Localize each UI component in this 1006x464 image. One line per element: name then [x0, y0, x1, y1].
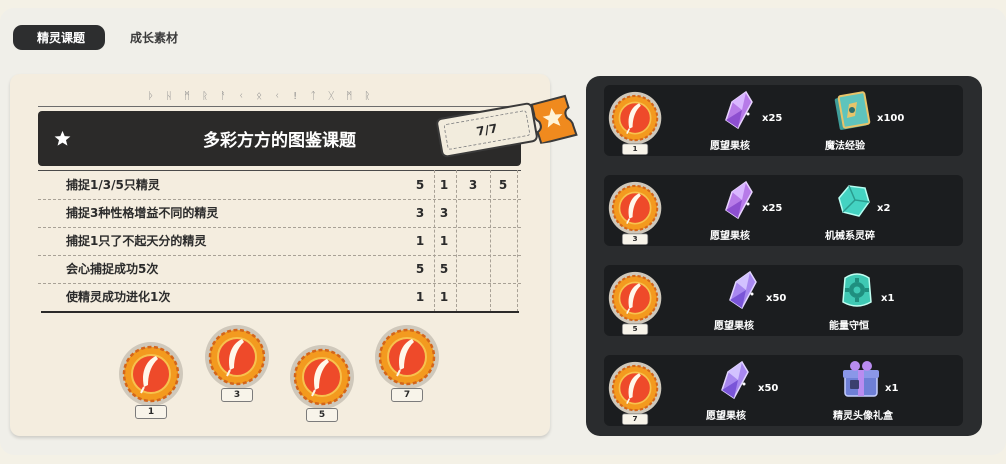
star-badge-icon — [530, 94, 578, 145]
task-progress: 1 — [439, 178, 449, 192]
milestone-label: 5 — [621, 323, 649, 335]
reward-row: 1 x25 愿望果核 x100 魔法经验 — [604, 85, 963, 156]
task-progress: 1 — [439, 234, 449, 248]
reward-name: 愿望果核 — [714, 321, 754, 332]
task-label: 捕捉1/3/5只精灵 — [66, 178, 160, 192]
milestone-label: 7 — [621, 413, 649, 425]
task-progress: 5 — [498, 178, 508, 192]
milestone-medal[interactable]: 7 — [374, 324, 440, 404]
task-row: 会心捕捉成功5次 5 5 — [38, 255, 521, 283]
reward-count: x25 — [762, 113, 783, 124]
task-label: 使精灵成功进化1次 — [66, 290, 171, 304]
milestone-label: 1 — [135, 405, 167, 419]
page-title: 多彩方方的图鉴课题 — [203, 131, 356, 151]
milestone-medal[interactable]: 3 — [608, 181, 662, 247]
reward-count: x100 — [877, 113, 905, 124]
task-progress: 5 — [439, 262, 449, 276]
tab-label: 精灵课题 — [36, 31, 85, 45]
reward-item[interactable]: x100 魔法经验 — [825, 85, 951, 156]
milestone-label: 3 — [221, 388, 253, 402]
reward-count: x1 — [885, 383, 899, 394]
reward-item[interactable]: x25 愿望果核 — [710, 175, 836, 246]
tab-spirit-tasks[interactable]: 精灵课题 — [13, 25, 105, 50]
reward-item[interactable]: x25 愿望果核 — [710, 85, 836, 156]
task-row: 捕捉1/3/5只精灵 5 1 3 5 — [38, 171, 521, 199]
reward-name: 魔法经验 — [825, 141, 865, 152]
reward-row: 5 x50 愿望果核 x1 能量守恒 — [604, 265, 963, 336]
table-bottom-border — [41, 311, 519, 313]
task-row: 捕捉1只了不起天分的精灵 1 1 — [38, 227, 521, 255]
milestone-label: 5 — [306, 408, 338, 422]
reward-row: 7 x50 愿望果核 x1 精灵头像礼盒 — [604, 355, 963, 426]
crystal-icon — [725, 90, 753, 130]
task-target: 5 — [415, 262, 425, 276]
task-row: 使精灵成功进化1次 1 1 — [38, 283, 521, 311]
crystal-icon — [725, 180, 753, 220]
medal-icon — [205, 325, 269, 389]
reward-item[interactable]: x50 愿望果核 — [714, 265, 840, 336]
medal-icon — [608, 271, 662, 325]
medal-icon — [608, 361, 662, 415]
reward-item[interactable]: x1 精灵头像礼盒 — [833, 355, 959, 426]
reward-name: 能量守恒 — [829, 321, 869, 332]
progress-count: 7/7 — [443, 109, 531, 151]
rune-decoration: ᚦ ᚺ ᛗ ᚱ ᚨ ᚲ ᛟ ᚲ ! ᛏ ᚷ ᛗ ᚱ — [148, 91, 374, 102]
milestone-medal[interactable]: 3 — [204, 324, 270, 404]
milestone-label: 3 — [621, 233, 649, 245]
reward-count: x50 — [758, 383, 779, 394]
tab-label: 成长素材 — [130, 31, 179, 45]
medal-icon — [119, 342, 183, 406]
milestone-medal[interactable]: 5 — [608, 271, 662, 337]
reward-count: x50 — [766, 293, 787, 304]
reward-name: 机械系灵碎 — [825, 231, 875, 242]
reward-panel: 1 x25 愿望果核 x100 魔法经验 3 x25 愿望果核 x2 机械系灵碎… — [586, 76, 982, 436]
reward-name: 愿望果核 — [710, 141, 750, 152]
task-label: 会心捕捉成功5次 — [66, 262, 159, 276]
task-target: 1 — [415, 290, 425, 304]
task-progress: 3 — [468, 178, 478, 192]
medal-icon — [290, 345, 354, 409]
milestone-medal[interactable]: 5 — [289, 344, 355, 424]
crystal-icon — [721, 360, 749, 400]
reward-name: 精灵头像礼盒 — [833, 411, 893, 422]
reward-count: x1 — [881, 293, 895, 304]
medal-icon — [608, 91, 662, 145]
reward-name: 愿望果核 — [710, 231, 750, 242]
task-target: 1 — [415, 234, 425, 248]
mech-shard-icon — [838, 185, 870, 217]
reward-row: 3 x25 愿望果核 x2 机械系灵碎 — [604, 175, 963, 246]
milestone-medal[interactable]: 7 — [608, 361, 662, 427]
reward-item[interactable]: x2 机械系灵碎 — [825, 175, 951, 246]
milestone-medal[interactable]: 1 — [608, 91, 662, 157]
task-target: 3 — [415, 206, 425, 220]
medal-icon — [375, 325, 439, 389]
gear-stone-icon — [842, 273, 872, 307]
tab-growth-materials[interactable]: 成长素材 — [130, 25, 178, 50]
gift-box-icon — [843, 361, 879, 397]
crystal-icon — [729, 270, 757, 310]
task-progress: 3 — [439, 206, 449, 220]
divider — [38, 106, 521, 107]
magic-book-icon — [834, 91, 871, 130]
medal-icon — [608, 181, 662, 235]
reward-item[interactable]: x50 愿望果核 — [706, 355, 832, 426]
reward-name: 愿望果核 — [706, 411, 746, 422]
milestone-label: 7 — [391, 388, 423, 402]
task-label: 捕捉3种性格增益不同的精灵 — [66, 206, 219, 220]
reward-count: x25 — [762, 203, 783, 214]
task-table: 捕捉1/3/5只精灵 5 1 3 5 捕捉3种性格增益不同的精灵 3 3 捕捉1… — [38, 170, 521, 314]
reward-count: x2 — [877, 203, 891, 214]
milestone-label: 1 — [621, 143, 649, 155]
reward-item[interactable]: x1 能量守恒 — [829, 265, 955, 336]
task-label: 捕捉1只了不起天分的精灵 — [66, 234, 207, 248]
task-target: 5 — [415, 178, 425, 192]
task-progress: 1 — [439, 290, 449, 304]
milestone-medal[interactable]: 1 — [118, 341, 184, 421]
task-row: 捕捉3种性格增益不同的精灵 3 3 — [38, 199, 521, 227]
